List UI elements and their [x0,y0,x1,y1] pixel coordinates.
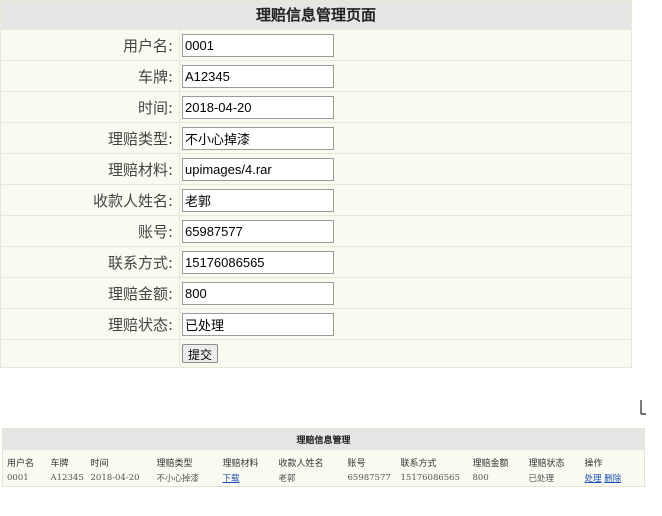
cell-phone: 15176086565 [396,470,469,487]
column-header: 收款人姓名 [274,453,344,471]
cell-user: 0001 [2,470,47,487]
claim-type-input[interactable] [182,126,334,150]
field-label: 理赔材料: [0,153,180,185]
payee-name-input[interactable] [182,188,334,212]
claim-edit-form: 理赔信息管理页面 用户名: 车牌: 时间: 理赔类型: 理赔材料: 收款人姓名:… [0,0,632,368]
cell-account: 65987577 [343,470,397,487]
table-header-row: 用户名 车牌 时间 理赔类型 理赔材料 收款人姓名 账号 联系方式 理赔金额 理… [2,453,645,471]
field-label: 理赔类型: [0,122,180,154]
claim-list-table: 理赔信息管理 用户名 车牌 时间 理赔类型 理赔材料 收款人姓名 账号 联系方式… [2,428,645,487]
form-row-payee-name: 收款人姓名: [0,184,632,216]
claim-amount-input[interactable] [182,281,334,305]
column-header: 操作 [580,453,645,471]
column-header: 理赔材料 [218,453,275,471]
account-input[interactable] [182,219,334,243]
form-row-claim-type: 理赔类型: [0,122,632,154]
column-header: 理赔状态 [524,453,581,471]
cell-date: 2018-04-20 [86,470,153,487]
form-title: 理赔信息管理页面 [0,0,632,30]
date-input[interactable] [182,95,334,119]
field-label: 时间: [0,91,180,123]
column-header: 理赔类型 [152,453,219,471]
form-row-account: 账号: [0,215,632,247]
process-link[interactable]: 处理 [585,474,602,484]
column-header: 联系方式 [396,453,469,471]
form-row-claim-material: 理赔材料: [0,153,632,185]
cell-amount: 800 [468,470,525,487]
field-label: 联系方式: [0,246,180,278]
column-header: 时间 [86,453,153,471]
list-title: 理赔信息管理 [2,428,645,450]
cell-status: 已处理 [524,470,581,487]
field-label: 用户名: [0,29,180,61]
column-header: 理赔金额 [468,453,525,471]
form-row-plate: 车牌: [0,60,632,92]
text-cursor-icon [640,400,646,415]
field-label: 账号: [0,215,180,247]
form-row-claim-amount: 理赔金额: [0,277,632,309]
claim-status-input[interactable] [182,312,334,336]
column-header: 账号 [343,453,397,471]
submit-button[interactable]: 提交 [182,344,219,363]
column-header: 车牌 [46,453,87,471]
form-row-claim-status: 理赔状态: [0,308,632,340]
delete-link[interactable]: 删除 [604,474,621,484]
claim-material-input[interactable] [182,157,334,181]
form-row-submit: 提交 [0,339,632,368]
download-link[interactable]: 下载 [223,474,240,484]
contact-input[interactable] [182,250,334,274]
field-label: 理赔状态: [0,308,180,340]
field-label: 收款人姓名: [0,184,180,216]
cell-payee: 老郭 [274,470,344,487]
plate-input[interactable] [182,64,334,88]
field-label: 理赔金额: [0,277,180,309]
column-header: 用户名 [2,453,47,471]
cell-plate: A12345 [46,470,87,487]
form-row-contact: 联系方式: [0,246,632,278]
field-label: 车牌: [0,60,180,92]
table-row: 0001 A12345 2018-04-20 不小心掉漆 下载 老郭 65987… [2,470,645,487]
cell-type: 不小心掉漆 [152,470,219,487]
form-row-username: 用户名: [0,29,632,61]
form-row-date: 时间: [0,91,632,123]
username-input[interactable] [182,33,334,57]
